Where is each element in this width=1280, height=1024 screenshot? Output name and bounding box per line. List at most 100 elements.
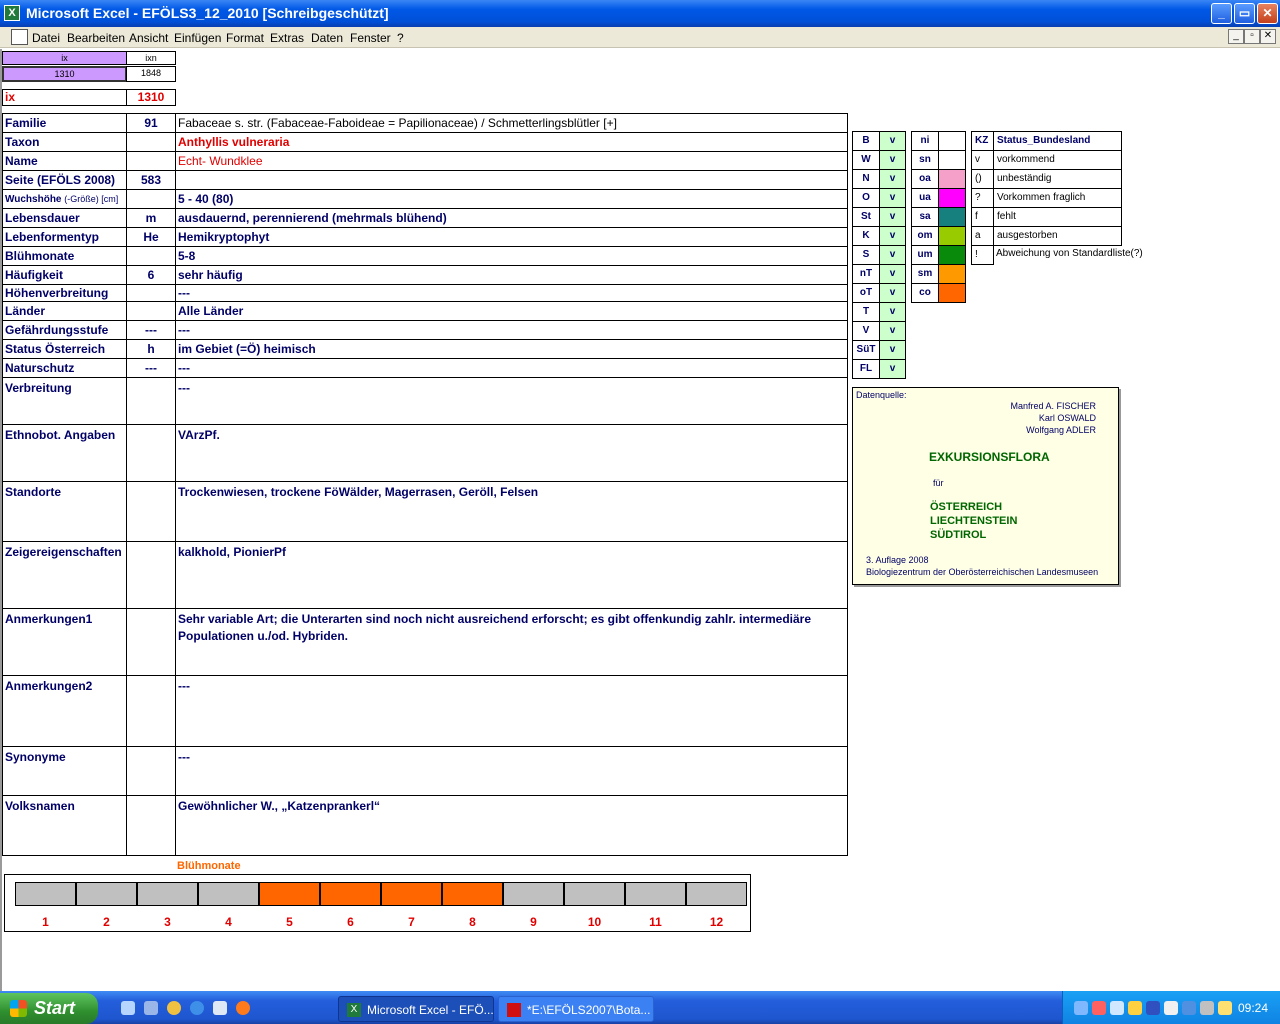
network-icon[interactable] xyxy=(1074,1001,1088,1015)
doc-minimize-icon[interactable]: _ xyxy=(1228,29,1244,44)
field-code[interactable] xyxy=(126,284,176,302)
quicklaunch-mail-icon[interactable] xyxy=(213,1001,227,1015)
region-color-swatch[interactable] xyxy=(938,283,966,303)
state-value[interactable]: v xyxy=(879,264,906,284)
security-icon[interactable] xyxy=(1092,1001,1106,1015)
menu-extras[interactable]: Extras xyxy=(270,31,304,45)
field-code[interactable]: He xyxy=(126,227,176,247)
close-button[interactable]: ✕ xyxy=(1257,3,1278,24)
field-code[interactable] xyxy=(126,301,176,321)
field-text[interactable]: --- xyxy=(175,320,848,340)
state-value[interactable]: v xyxy=(879,283,906,303)
field-code[interactable]: m xyxy=(126,208,176,228)
state-value[interactable]: v xyxy=(879,321,906,341)
menu-bearbeiten[interactable]: Bearbeiten xyxy=(67,31,125,45)
info-icon[interactable] xyxy=(1182,1001,1196,1015)
field-code[interactable]: 6 xyxy=(126,265,176,285)
update-icon[interactable] xyxy=(1128,1001,1142,1015)
field-code[interactable]: h xyxy=(126,339,176,359)
field-code[interactable] xyxy=(126,795,176,856)
field-text[interactable]: 5-8 xyxy=(175,246,848,266)
doc-close-icon[interactable]: ✕ xyxy=(1260,29,1276,44)
state-value[interactable]: v xyxy=(879,245,906,265)
volume-icon[interactable] xyxy=(1164,1001,1178,1015)
ix-value-cell[interactable]: 1310 xyxy=(2,66,127,82)
quicklaunch-browser-icon[interactable] xyxy=(190,1001,204,1015)
field-code[interactable] xyxy=(126,481,176,542)
state-value[interactable]: v xyxy=(879,340,906,360)
state-value[interactable]: v xyxy=(879,188,906,208)
field-text[interactable]: Echt- Wundklee xyxy=(175,151,848,171)
menu-daten[interactable]: Daten xyxy=(311,31,343,45)
power-icon[interactable] xyxy=(1218,1001,1232,1015)
region-color-swatch[interactable] xyxy=(938,264,966,284)
start-button[interactable]: Start xyxy=(0,993,98,1024)
field-text[interactable]: im Gebiet (=Ö) heimisch xyxy=(175,339,848,359)
region-color-swatch[interactable] xyxy=(938,150,966,170)
field-code[interactable] xyxy=(126,377,176,425)
menu-einfuegen[interactable]: Einfügen xyxy=(174,31,221,45)
usb-icon[interactable] xyxy=(1200,1001,1214,1015)
minimize-button[interactable]: _ xyxy=(1211,3,1232,24)
field-text[interactable]: 5 - 40 (80) xyxy=(175,189,848,209)
doc-restore-icon[interactable]: ▫ xyxy=(1244,29,1260,44)
menu-help[interactable]: ? xyxy=(397,31,404,45)
region-color-swatch[interactable] xyxy=(938,131,966,151)
clock[interactable]: 09:24 xyxy=(1238,1001,1268,1015)
shield-icon[interactable] xyxy=(1146,1001,1160,1015)
field-code[interactable] xyxy=(126,675,176,747)
ixn-value-cell[interactable]: 1848 xyxy=(126,66,176,82)
state-value[interactable]: v xyxy=(879,131,906,151)
quicklaunch-firefox-icon[interactable] xyxy=(236,1001,250,1015)
excel-icon[interactable]: X xyxy=(4,5,20,21)
region-color-swatch[interactable] xyxy=(938,245,966,265)
field-text[interactable]: kalkhold, PionierPf xyxy=(175,541,848,609)
field-text[interactable]: Sehr variable Art; die Unterarten sind n… xyxy=(175,608,848,676)
menu-datei[interactable]: Datei xyxy=(32,31,60,45)
state-value[interactable]: v xyxy=(879,207,906,227)
field-text[interactable]: --- xyxy=(175,284,848,302)
field-code[interactable]: 91 xyxy=(126,113,176,133)
ix-input[interactable]: 1310 xyxy=(126,89,176,106)
field-code[interactable] xyxy=(126,608,176,676)
region-color-swatch[interactable] xyxy=(938,226,966,246)
quicklaunch-desktop-icon[interactable] xyxy=(144,1001,158,1015)
region-color-swatch[interactable] xyxy=(938,188,966,208)
field-code[interactable]: --- xyxy=(126,320,176,340)
field-text[interactable]: sehr häufig xyxy=(175,265,848,285)
field-code[interactable]: --- xyxy=(126,358,176,378)
field-text[interactable]: Trockenwiesen, trockene FöWälder, Magerr… xyxy=(175,481,848,542)
state-value[interactable]: v xyxy=(879,169,906,189)
state-value[interactable]: v xyxy=(879,226,906,246)
field-text[interactable]: Alle Länder xyxy=(175,301,848,321)
quicklaunch-media-icon[interactable] xyxy=(167,1001,181,1015)
menu-fenster[interactable]: Fenster xyxy=(350,31,391,45)
maximize-button[interactable]: ▭ xyxy=(1234,3,1255,24)
search-icon[interactable] xyxy=(1110,1001,1124,1015)
field-text[interactable]: --- xyxy=(175,358,848,378)
field-text[interactable]: --- xyxy=(175,377,848,425)
field-text[interactable]: Fabaceae s. str. (Fabaceae-Faboideae = P… xyxy=(175,113,848,133)
field-text[interactable]: --- xyxy=(175,746,848,796)
field-code[interactable] xyxy=(126,746,176,796)
field-code[interactable] xyxy=(126,151,176,171)
state-value[interactable]: v xyxy=(879,150,906,170)
field-text[interactable]: Hemikryptophyt xyxy=(175,227,848,247)
state-value[interactable]: v xyxy=(879,302,906,322)
field-text[interactable]: --- xyxy=(175,675,848,747)
task-excel[interactable]: X Microsoft Excel - EFÖ... xyxy=(338,996,494,1022)
field-text[interactable] xyxy=(175,170,848,190)
menu-format[interactable]: Format xyxy=(226,31,264,45)
field-code[interactable] xyxy=(126,189,176,209)
field-text[interactable]: Anthyllis vulneraria xyxy=(175,132,848,152)
region-color-swatch[interactable] xyxy=(938,169,966,189)
field-text[interactable]: Gewöhnlicher W., „Katzenprankerl“ xyxy=(175,795,848,856)
field-code[interactable] xyxy=(126,132,176,152)
field-code[interactable] xyxy=(126,541,176,609)
region-color-swatch[interactable] xyxy=(938,207,966,227)
field-code[interactable] xyxy=(126,246,176,266)
document-icon[interactable] xyxy=(11,29,28,45)
field-code[interactable]: 583 xyxy=(126,170,176,190)
menu-ansicht[interactable]: Ansicht xyxy=(129,31,168,45)
state-value[interactable]: v xyxy=(879,359,906,379)
